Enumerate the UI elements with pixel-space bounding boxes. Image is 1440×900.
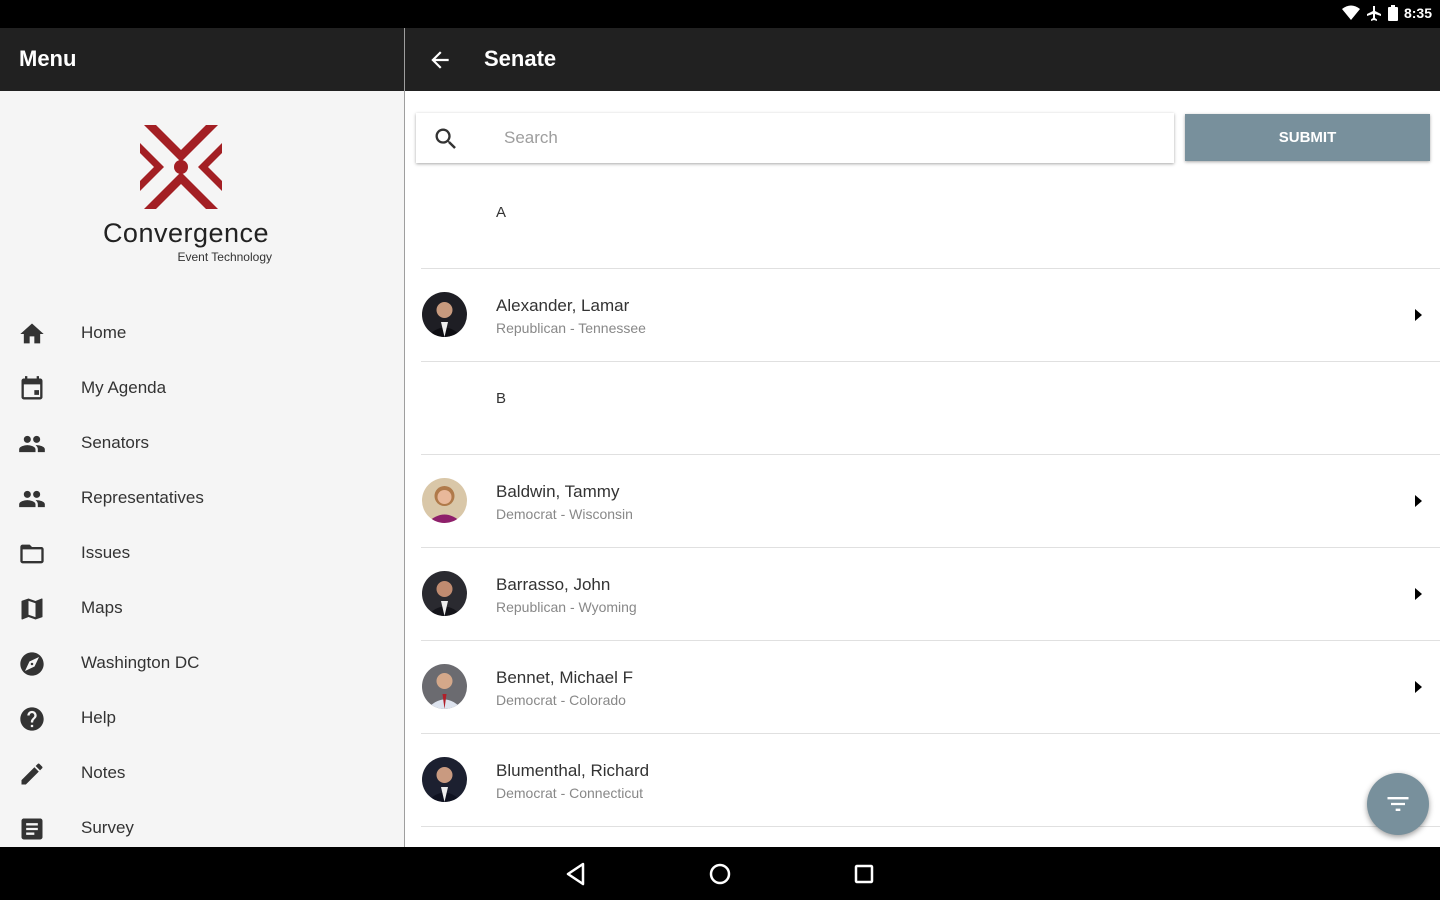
sidebar-item-label: Help	[81, 708, 116, 727]
list-icon	[21, 818, 43, 840]
chevron-right-icon	[1415, 495, 1422, 507]
sidebar-item-notes[interactable]: Notes	[0, 746, 404, 801]
avatar	[422, 757, 467, 802]
chevron-right-icon	[1415, 309, 1422, 321]
convergence-logo: Convergence Event Technology	[96, 123, 276, 268]
page-title: Senate	[484, 46, 557, 71]
chevron-right-icon	[1415, 588, 1422, 600]
submit-button[interactable]: SUBMIT	[1185, 114, 1430, 161]
folder-icon	[20, 544, 44, 564]
sidebar-item-label: Senators	[81, 433, 150, 452]
senate-panel: Senate SUBMIT A Alexander, Lamar Republi…	[405, 28, 1440, 847]
section-letter: A	[496, 204, 507, 221]
list-item[interactable]: Blumenthal, Richard Democrat - Connectic…	[421, 734, 1440, 827]
avatar	[422, 664, 467, 709]
sidebar-item-help[interactable]: Help	[0, 691, 404, 746]
sidebar-item-senators[interactable]: Senators	[0, 416, 404, 471]
list-item[interactable]: Alexander, Lamar Republican - Tennessee	[421, 269, 1440, 362]
help-icon	[20, 707, 44, 731]
filter-icon	[1387, 797, 1409, 811]
senator-name: Alexander, Lamar	[496, 296, 630, 315]
sidebar-item-label: Notes	[81, 763, 126, 782]
senator-name: Barrasso, John	[496, 575, 611, 594]
senator-name: Bennet, Michael F	[496, 668, 634, 687]
sidebar-item-label: My Agenda	[81, 378, 167, 397]
system-nav-bar	[0, 847, 1440, 900]
section-header: A	[421, 176, 1440, 269]
senator-party-state: Democrat - Connecticut	[496, 785, 644, 801]
section-header: B	[421, 362, 1440, 455]
sidebar-item-label: Survey	[81, 818, 134, 837]
senator-party-state: Democrat - Colorado	[496, 692, 626, 708]
people-icon	[19, 490, 45, 508]
sidebar-item-label: Issues	[81, 543, 131, 562]
senator-name: Blumenthal, Richard	[496, 761, 650, 780]
sidebar-item-representatives[interactable]: Representatives	[0, 471, 404, 526]
app-bar: Senate	[405, 28, 1440, 91]
logo-name: Convergence	[102, 218, 270, 248]
back-nav-icon[interactable]	[562, 860, 590, 888]
list-item[interactable]: Bennet, Michael F Democrat - Colorado	[421, 641, 1440, 734]
search-bar[interactable]	[416, 113, 1174, 163]
sidebar-item-washington-dc[interactable]: Washington DC	[0, 636, 404, 691]
drawer-nav: Home My Agenda Senators Representatives …	[0, 306, 404, 856]
sidebar-item-label: Washington DC	[81, 653, 200, 672]
sidebar-item-label: Maps	[81, 598, 123, 617]
chevron-right-icon	[1415, 681, 1422, 693]
avatar	[422, 571, 467, 616]
sidebar-item-home[interactable]: Home	[0, 306, 404, 361]
senator-list: A Alexander, Lamar Republican - Tennesse…	[421, 176, 1440, 827]
status-bar: 8:35	[0, 0, 1440, 28]
avatar	[422, 292, 467, 337]
compass-icon	[20, 652, 44, 676]
logo-subtitle: Event Technology	[177, 250, 272, 264]
search-input[interactable]	[504, 123, 1154, 153]
senator-party-state: Republican - Tennessee	[496, 320, 646, 336]
navigation-drawer: Menu Convergence Event Technology Home M…	[0, 28, 404, 847]
people-icon	[19, 435, 45, 453]
calendar-icon	[21, 376, 43, 400]
senator-party-state: Republican - Wyoming	[496, 599, 637, 615]
airplane-icon	[1366, 6, 1381, 21]
senator-name: Baldwin, Tammy	[496, 482, 620, 501]
pencil-icon	[21, 763, 43, 785]
status-icons: 8:35	[1341, 5, 1432, 21]
battery-icon	[1387, 5, 1398, 21]
senator-party-state: Democrat - Wisconsin	[496, 506, 633, 522]
filter-fab[interactable]	[1367, 773, 1429, 835]
home-nav-icon[interactable]	[706, 860, 734, 888]
sidebar-item-my-agenda[interactable]: My Agenda	[0, 361, 404, 416]
drawer-title: Menu	[0, 28, 404, 91]
sidebar-item-label: Home	[81, 323, 127, 342]
sidebar-item-maps[interactable]: Maps	[0, 581, 404, 636]
sidebar-item-issues[interactable]: Issues	[0, 526, 404, 581]
recents-nav-icon[interactable]	[850, 860, 878, 888]
list-item[interactable]: Baldwin, Tammy Democrat - Wisconsin	[421, 455, 1440, 548]
search-icon	[435, 128, 456, 149]
back-arrow-icon[interactable]	[427, 47, 453, 73]
list-item[interactable]: Barrasso, John Republican - Wyoming	[421, 548, 1440, 641]
section-letter: B	[496, 390, 507, 407]
home-icon	[20, 323, 44, 344]
map-icon	[21, 598, 43, 620]
wifi-icon	[1341, 5, 1360, 20]
status-time: 8:35	[1403, 5, 1432, 21]
convergence-logo-mark	[140, 125, 222, 209]
sidebar-item-label: Representatives	[81, 488, 204, 507]
avatar	[422, 478, 467, 523]
